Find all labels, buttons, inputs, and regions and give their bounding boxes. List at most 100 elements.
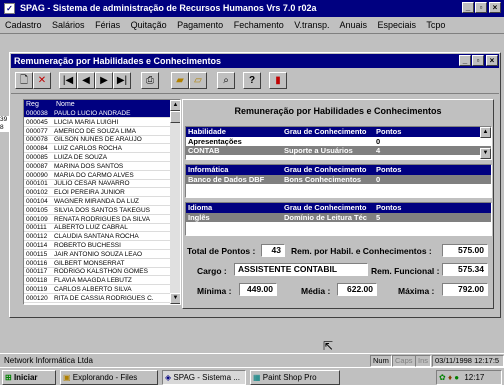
folder-browse-icon[interactable]: ▱	[189, 72, 207, 89]
rem-habil-field: 575.00	[442, 244, 488, 257]
menu-vtransp[interactable]: V.transp.	[294, 20, 329, 30]
scroll-up-icon[interactable]: ▲	[170, 100, 180, 111]
employee-list-row[interactable]: 000045 LUCIA MARIA LUIGHI	[24, 119, 170, 127]
employee-name: CARLOS ALBERTO SILVA	[54, 286, 132, 293]
employee-list-row[interactable]: 000085 LUIZA DE SOUZA	[24, 154, 170, 162]
employee-name: CLAUDIA SANTANA ROCHA	[54, 233, 139, 241]
employee-name: AMERICO DE SOUZA LIMA	[54, 127, 136, 135]
idioma-grid[interactable]: Idioma Grau de Conhecimento Pontos Inglês D…	[185, 202, 492, 236]
menu-especiais[interactable]: Especiais	[378, 20, 417, 30]
left-fragment-1: 39	[0, 116, 9, 124]
employee-list-row[interactable]: 000090 MARIA DO CARMO ALVES	[24, 172, 170, 180]
employee-name: WAGNER MIRANDA DA LUZ	[54, 198, 139, 205]
maximize-icon[interactable]: ▫	[475, 2, 487, 13]
minimize-icon[interactable]: _	[462, 2, 474, 13]
employee-reg: 000115	[26, 250, 48, 258]
habilidade-row[interactable]: CONTAB Suporte a Usuários 4	[186, 146, 491, 155]
employee-list-row[interactable]: 000078 GILSON NUNES DE ARAUJO	[24, 136, 170, 145]
employee-reg: 000116	[26, 259, 48, 267]
help-icon[interactable]: ?	[243, 72, 261, 89]
employee-list-row[interactable]: 000102 ELOI PEREIRA JUNIOR	[24, 189, 170, 198]
rem-habil-label: Rem. por Habil. e Conhecimentos :	[291, 246, 432, 256]
app-icon[interactable]: ✓	[4, 3, 15, 14]
employee-list-row[interactable]: 000084 LUIZ CARLOS ROCHA	[24, 145, 170, 154]
employee-list-row[interactable]: 000117 RODRIGO KALSTHON GOMES	[24, 268, 170, 277]
employee-list-row[interactable]: 000118 FLAVIA MAAGDA LEBUTZ	[24, 277, 170, 286]
employee-list-row[interactable]: 000114 ROBERTO BUCHESSI	[24, 242, 170, 250]
menu-cadastro[interactable]: Cadastro	[5, 20, 42, 30]
new-record-icon[interactable]: 🗋	[15, 72, 33, 89]
menu-quitacao[interactable]: Quitação	[131, 20, 167, 30]
menu-tcpo[interactable]: Tcpo	[426, 20, 445, 30]
dialog-minimize-icon[interactable]: _	[459, 55, 471, 66]
exit-door-icon[interactable]: ▮	[269, 72, 287, 89]
employee-list-row[interactable]: 000111 ALBERTO LUIZ CABRAL	[24, 224, 170, 233]
menu-pagamento[interactable]: Pagamento	[177, 20, 223, 30]
grid-scroll-up-icon[interactable]: ▲	[480, 127, 491, 138]
grid-scroll-down-icon[interactable]: ▼	[480, 148, 491, 159]
open-folder-icon[interactable]: ▰	[171, 72, 189, 89]
informatica-grid[interactable]: Informática Grau de Conhecimento Pontos Ba…	[185, 164, 492, 198]
next-record-icon[interactable]: ▶	[95, 72, 113, 89]
employee-list-row[interactable]: 000104 WAGNER MIRANDA DA LUZ	[24, 198, 170, 206]
idioma-row[interactable]: Inglês Domínio de Leitura Téc 5	[186, 213, 491, 222]
cargo-label: Cargo :	[197, 266, 227, 276]
menu-fechamento[interactable]: Fechamento	[234, 20, 284, 30]
tray-icon[interactable]: ✿	[439, 373, 446, 382]
employee-reg: 000104	[26, 198, 48, 205]
maxima-field: 792.00	[442, 283, 488, 296]
cargo-field: ASSISTENTE CONTABIL	[234, 263, 368, 276]
employee-list-row[interactable]: 000105 SILVIA DOS SANTOS TAKEGUS	[24, 207, 170, 215]
tray-icon[interactable]: ♦	[448, 373, 452, 382]
dialog-maximize-icon[interactable]: ▫	[472, 55, 484, 66]
task-label: Paint Shop Pro	[262, 373, 317, 382]
list-scrollbar[interactable]: ▲ ▼	[170, 100, 180, 304]
windows-logo-icon: ⊞	[5, 373, 12, 382]
status-bar: Network Informática Ltda Num Caps Ins 03…	[0, 353, 504, 367]
informatica-row[interactable]: Banco de Dados DBF Bons Conhecimentos 0	[186, 175, 491, 184]
dialog-close-icon[interactable]: ×	[486, 55, 498, 66]
scroll-thumb[interactable]	[170, 111, 180, 123]
employee-list-row[interactable]: 000087 MARINA DOS SANTOS	[24, 163, 170, 171]
employee-name: FLAVIA MAAGDA LEBUTZ	[54, 277, 132, 285]
remuneracao-dialog: Remuneração por Habilidades e Conhecimen…	[9, 52, 501, 318]
first-record-icon[interactable]: |◀	[59, 72, 77, 89]
employee-reg: 000085	[26, 154, 48, 161]
employee-list-row[interactable]: 000115 JAIR ANTONIO SOUZA LEAO	[24, 251, 170, 259]
start-label: Iniciar	[13, 373, 38, 382]
previous-record-icon[interactable]: ◀	[77, 72, 95, 89]
print-icon[interactable]: ⎙	[141, 72, 159, 89]
clock: 12:17	[464, 373, 485, 382]
habilidade-grid[interactable]: Habilidade Grau de Conhecimento Pontos Apr…	[185, 126, 492, 160]
spag-icon: ◈	[165, 373, 172, 382]
employee-list-row[interactable]: 000120 RITA DE CASSIA RODRIGUES C.	[24, 295, 170, 303]
menu-ferias[interactable]: Férias	[95, 20, 120, 30]
employee-name: GILSON NUNES DE ARAUJO	[54, 136, 142, 144]
tray-icon[interactable]: ●	[454, 373, 459, 382]
employee-list-row[interactable]: 000038 PAULO LUCIO ANDRADE	[24, 110, 170, 118]
employee-list-row[interactable]: 000119 CARLOS ALBERTO SILVA	[24, 286, 170, 294]
employee-reg: 000084	[26, 145, 48, 153]
scroll-down-icon[interactable]: ▼	[170, 293, 180, 304]
employee-name: MARINA DOS SANTOS	[54, 162, 124, 170]
employee-list-row[interactable]: 000101 JULIO CESAR NAVARRO	[24, 180, 170, 189]
total-pontos-field: 43	[261, 244, 285, 257]
menu-anuais[interactable]: Anuais	[339, 20, 367, 30]
mouse-cursor-icon: ⇱	[323, 339, 334, 353]
menu-salarios[interactable]: Salários	[52, 20, 85, 30]
employee-list-row[interactable]: 000109 RENATA RODRIGUES DA SILVA	[24, 216, 170, 224]
employee-list[interactable]: Reg Nome 000038 PAULO LUCIO ANDRADE 000045…	[23, 99, 181, 305]
status-ins: Ins	[415, 355, 432, 367]
employee-name: LUIZA DE SOUZA	[54, 154, 108, 161]
employee-reg: 000120	[26, 294, 48, 302]
employee-list-row[interactable]: 000077 AMERICO DE SOUZA LIMA	[24, 128, 170, 136]
search-icon[interactable]: ⌕	[217, 72, 235, 89]
employee-list-row[interactable]: 000112 CLAUDIA SANTANA ROCHA	[24, 233, 170, 242]
last-record-icon[interactable]: ▶|	[113, 72, 131, 89]
employee-list-row[interactable]: 000116 GILBERT MONSERRAT	[24, 260, 170, 268]
delete-record-icon[interactable]: ✕	[33, 72, 51, 89]
close-icon[interactable]: ×	[489, 2, 501, 13]
employee-reg: 000045	[26, 118, 48, 126]
col-pontos: Pontos	[376, 165, 402, 174]
habilidade-row[interactable]: Apresentações 0	[186, 137, 491, 146]
